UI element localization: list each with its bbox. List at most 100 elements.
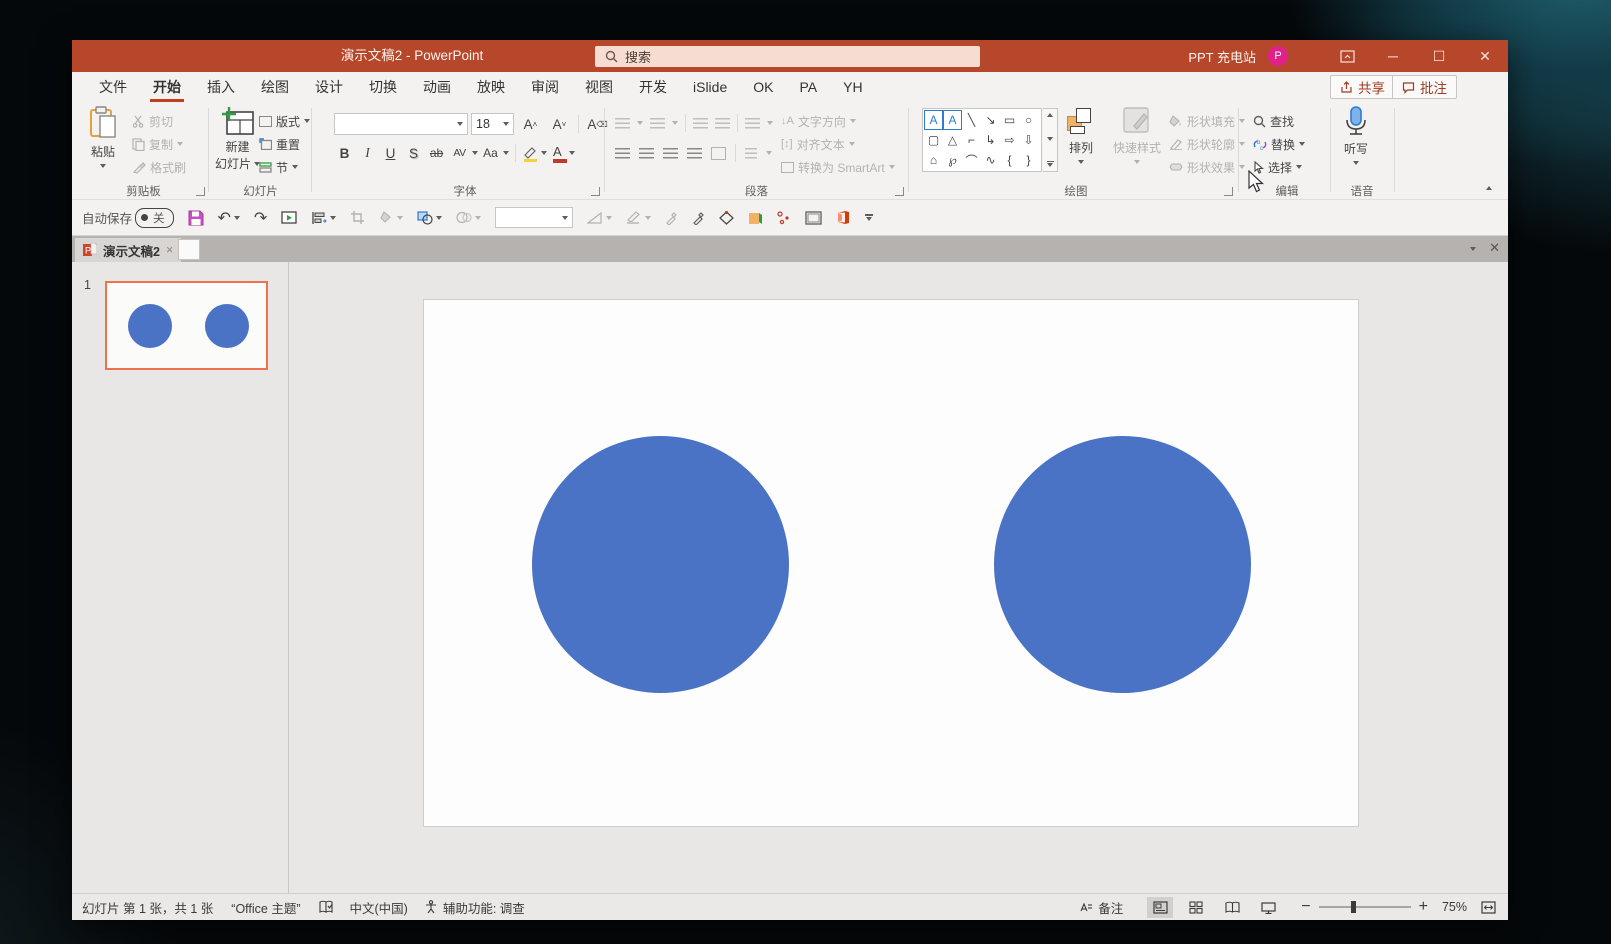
insert-picture-button[interactable] (805, 211, 822, 225)
comments-button[interactable]: 批注 (1392, 75, 1457, 99)
share-button[interactable]: 共享 (1330, 75, 1395, 99)
arrange-button[interactable]: 排列 (1067, 106, 1095, 164)
curve-icon[interactable]: ∿ (981, 150, 1000, 170)
justify-icon[interactable] (687, 148, 702, 159)
elbow-connector-icon[interactable]: ⌐ (962, 130, 981, 150)
strikethrough-button[interactable]: ab (426, 142, 447, 164)
align-text-button[interactable]: [↕] 对齐文本 (781, 133, 855, 155)
font-name-combobox[interactable] (334, 113, 468, 135)
zoom-slider[interactable] (1319, 906, 1411, 908)
spell-check-icon[interactable] (319, 900, 334, 914)
tab-transitions[interactable]: 切换 (356, 72, 410, 102)
clipboard-dialog-launcher[interactable] (196, 187, 205, 196)
bullets-icon[interactable] (615, 118, 630, 129)
line-arrow-icon[interactable]: ↘ (981, 110, 1000, 130)
font-dialog-launcher[interactable] (591, 187, 600, 196)
connector-points-button[interactable] (777, 211, 791, 225)
oval-shape-left[interactable] (532, 436, 789, 693)
zoom-in-button[interactable]: + (1419, 898, 1428, 916)
qat-overflow-button[interactable] (865, 214, 873, 221)
align-left-icon[interactable] (615, 148, 630, 159)
outline-color-button[interactable] (626, 211, 651, 224)
accessibility-checker[interactable]: 辅助功能: 调查 (424, 898, 525, 917)
tab-design[interactable]: 设计 (302, 72, 356, 102)
scribble-icon[interactable]: ℘ (943, 150, 962, 170)
triangle-icon[interactable]: △ (943, 130, 962, 150)
zoom-out-button[interactable]: − (1301, 898, 1310, 916)
new-document-tab-button[interactable] (178, 239, 200, 260)
horizontal-text-box-icon[interactable]: A (924, 110, 943, 130)
theme-colors-button[interactable] (748, 211, 763, 225)
maximize-button[interactable]: ☐ (1416, 40, 1462, 72)
notes-button[interactable]: 备注 (1079, 898, 1123, 917)
section-button[interactable]: 节 (259, 156, 298, 178)
document-tab-close-icon[interactable]: × (166, 243, 173, 257)
font-color-button[interactable]: A (553, 144, 567, 163)
copy-button[interactable]: 复制 (132, 133, 183, 155)
normal-view-button[interactable] (1147, 897, 1173, 918)
account-area[interactable]: PPT 充电站 P (1188, 40, 1288, 72)
text-direction-button[interactable]: ↓A 文字方向 (781, 110, 856, 132)
numbering-icon[interactable] (650, 118, 665, 129)
paste-button[interactable]: 粘贴 (88, 106, 118, 168)
dictate-button[interactable]: 听写 (1343, 106, 1369, 165)
columns-icon[interactable] (711, 147, 726, 160)
gallery-down-icon[interactable] (1047, 137, 1053, 141)
oval-shape-right[interactable] (994, 436, 1251, 693)
bold-button[interactable]: B (334, 142, 355, 164)
undo-button[interactable]: ↶ (218, 208, 240, 228)
right-arrow-icon[interactable]: ⇨ (1000, 130, 1019, 150)
edit-points-button[interactable] (719, 211, 734, 225)
align-center-icon[interactable] (639, 148, 654, 159)
increase-indent-icon[interactable] (715, 118, 730, 129)
redo-button[interactable]: ↷ (254, 208, 267, 228)
shrink-font-button[interactable]: A˅ (549, 113, 570, 135)
tab-home[interactable]: 开始 (140, 72, 194, 102)
text-shadow-button[interactable]: S (403, 142, 424, 164)
tab-slideshow[interactable]: 放映 (464, 72, 518, 102)
slide-counter[interactable]: 幻灯片 第 1 张，共 1 张 (82, 898, 213, 917)
grow-font-button[interactable]: A˄ (520, 113, 541, 135)
font-size-combobox[interactable]: 18 (471, 113, 514, 135)
highlight-color-button[interactable] (522, 145, 539, 162)
merge-shapes-button[interactable] (417, 211, 442, 225)
tab-pa[interactable]: PA (786, 72, 830, 102)
oval-icon[interactable]: ○ (1019, 110, 1038, 130)
autosave-toggle[interactable]: 自动保存 关 (82, 208, 174, 228)
convert-smartart-button[interactable]: 转换为 SmartArt (781, 156, 895, 178)
avatar[interactable]: P (1268, 46, 1288, 66)
gallery-more-icon[interactable] (1047, 161, 1054, 168)
slide[interactable] (424, 300, 1358, 826)
ribbon-display-options-button[interactable] (1324, 40, 1370, 72)
tab-list-dropdown-icon[interactable] (1470, 247, 1476, 251)
shape-effects-button[interactable]: 形状效果 (1169, 156, 1245, 178)
quick-styles-button[interactable]: 快速样式 (1113, 106, 1161, 164)
shape-outline-button[interactable]: 形状轮廓 (1169, 133, 1245, 155)
tab-review[interactable]: 审阅 (518, 72, 572, 102)
rectangle-icon[interactable]: ▭ (1000, 110, 1019, 130)
document-tab[interactable]: P 演示文稿2 × (75, 238, 181, 262)
new-slide-button[interactable]: 新建 幻灯片 (215, 106, 260, 172)
search-box[interactable]: 搜索 (595, 46, 980, 67)
save-button[interactable] (188, 210, 204, 226)
eyedropper-2-button[interactable] (692, 211, 705, 225)
cut-button[interactable]: 剪切 (132, 110, 173, 132)
tab-view[interactable]: 视图 (572, 72, 626, 102)
tab-insert[interactable]: 插入 (194, 72, 248, 102)
tab-animations[interactable]: 动画 (410, 72, 464, 102)
start-from-beginning-button[interactable] (281, 211, 297, 225)
shape-gallery[interactable]: A A ╲ ↘ ▭ ○ ▢ △ ⌐ ↳ ⇨ ⇩ ⌂ ℘ ⌒ ∿ { } (922, 108, 1042, 172)
tab-yh[interactable]: YH (830, 72, 875, 102)
add-remove-columns-icon[interactable] (745, 148, 757, 159)
decrease-indent-icon[interactable] (693, 118, 708, 129)
layout-button[interactable]: 版式 (259, 110, 310, 132)
change-case-button[interactable]: Aa (480, 142, 501, 164)
drawing-dialog-launcher[interactable] (1224, 187, 1233, 196)
down-arrow-icon[interactable]: ⇩ (1019, 130, 1038, 150)
tab-ok[interactable]: OK (740, 72, 786, 102)
tab-file[interactable]: 文件 (86, 72, 140, 102)
minimize-button[interactable]: ─ (1370, 40, 1416, 72)
office-addin-button[interactable] (836, 210, 851, 225)
reset-button[interactable]: 重置 (259, 133, 300, 155)
slideshow-view-button[interactable] (1255, 897, 1281, 918)
